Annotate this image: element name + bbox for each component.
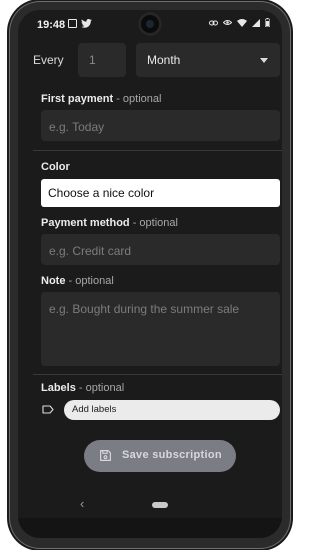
system-nav-bar: ‹ xyxy=(18,494,282,518)
note-label: Note - optional xyxy=(41,275,114,287)
color-label: Color xyxy=(41,161,70,173)
save-button-label: Save subscription xyxy=(122,449,222,461)
labels-label: Labels - optional xyxy=(41,382,125,394)
link-icon xyxy=(209,20,218,25)
back-chevron-icon[interactable]: ‹ xyxy=(80,496,84,511)
eye-icon xyxy=(223,20,232,25)
recurrence-row: Every 1 Month xyxy=(18,43,282,77)
floppy-disk-icon xyxy=(100,450,111,461)
bottom-bezel xyxy=(18,518,282,538)
recurrence-period-select[interactable]: Month xyxy=(136,43,280,77)
status-time: 19:48 xyxy=(37,19,66,31)
app-screen: 19:48 Every 1 Month First payment - opti… xyxy=(18,10,282,538)
payment-method-label: Payment method - optional xyxy=(41,217,178,229)
dropdown-arrow-icon xyxy=(260,58,268,63)
first-payment-label: First payment - optional xyxy=(41,93,162,105)
battery-icon xyxy=(265,18,270,27)
wifi-icon xyxy=(237,18,247,27)
gallery-icon xyxy=(68,19,77,28)
label-tag-icon xyxy=(42,405,54,414)
note-textarea[interactable]: e.g. Bought during the summer sale xyxy=(41,292,280,366)
home-pill[interactable] xyxy=(152,502,168,508)
add-labels-input[interactable]: Add labels xyxy=(64,400,280,420)
signal-icon xyxy=(252,18,260,27)
color-picker-field[interactable]: Choose a nice color xyxy=(41,179,280,207)
save-subscription-button[interactable]: Save subscription xyxy=(84,440,236,472)
first-payment-input[interactable]: e.g. Today xyxy=(41,110,280,141)
front-camera xyxy=(138,12,162,36)
recurrence-count-input[interactable]: 1 xyxy=(78,43,126,77)
every-label: Every xyxy=(33,53,64,67)
payment-method-input[interactable]: e.g. Credit card xyxy=(41,234,280,265)
phone-frame: 19:48 Every 1 Month First payment - opti… xyxy=(10,2,290,548)
section-divider xyxy=(33,150,282,151)
twitter-icon xyxy=(81,19,92,28)
section-divider xyxy=(33,374,282,375)
period-value: Month xyxy=(147,53,181,67)
labels-row: Add labels xyxy=(18,400,282,420)
status-bar: 19:48 xyxy=(18,10,282,38)
